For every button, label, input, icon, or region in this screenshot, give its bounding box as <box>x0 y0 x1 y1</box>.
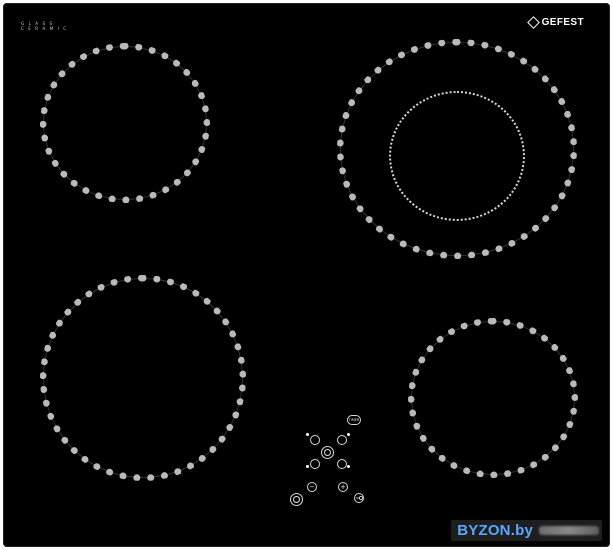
brand-diamond-icon <box>526 16 540 29</box>
timer-label: TIMER <box>348 418 360 422</box>
watermark-blurred-text <box>539 526 599 535</box>
minus-button[interactable]: − <box>307 482 317 492</box>
ceramic-label: C E R A M I C <box>21 26 68 31</box>
select-icon <box>324 449 331 456</box>
watermark-text: BYZON.by <box>457 522 533 539</box>
cooking-zone-front-left <box>40 275 246 481</box>
power-icon <box>293 496 300 503</box>
timer-button[interactable]: TIMER <box>347 415 361 425</box>
zone-select-back-left-button[interactable] <box>310 435 320 445</box>
zone-inner-ring <box>389 91 525 221</box>
key-lock-button[interactable] <box>354 493 364 503</box>
minus-icon: − <box>309 483 315 491</box>
zone-indicator-dot <box>347 465 350 468</box>
zone-ring-inner <box>411 321 575 475</box>
zone-select-center-button[interactable] <box>321 446 334 459</box>
plus-button[interactable]: + <box>338 482 348 492</box>
plus-icon: + <box>340 483 346 491</box>
zone-select-back-right-button[interactable] <box>337 435 347 445</box>
zone-ring-inner <box>43 278 243 478</box>
cooking-zone-back-right <box>337 39 577 259</box>
zone-select-front-right-button[interactable] <box>337 459 347 469</box>
cooking-zone-front-right <box>408 318 578 478</box>
power-button[interactable] <box>290 493 303 506</box>
brand-logo: GEFEST <box>526 16 584 29</box>
watermark-badge: BYZON.by <box>451 520 602 541</box>
zone-select-front-left-button[interactable] <box>310 459 320 469</box>
cooktop-glass: G L A S S C E R A M I C GEFEST TIMER − +… <box>3 3 610 547</box>
zone-indicator-dot <box>347 433 350 436</box>
key-lock-icon <box>356 496 364 501</box>
zone-ring-inner <box>43 46 207 200</box>
zone-indicator-dot <box>306 433 309 436</box>
cooking-zone-back-left <box>40 43 210 203</box>
zone-indicator-dot <box>306 465 309 468</box>
glass-ceramic-mark: G L A S S C E R A M I C <box>21 21 68 31</box>
brand-name: GEFEST <box>541 17 584 28</box>
